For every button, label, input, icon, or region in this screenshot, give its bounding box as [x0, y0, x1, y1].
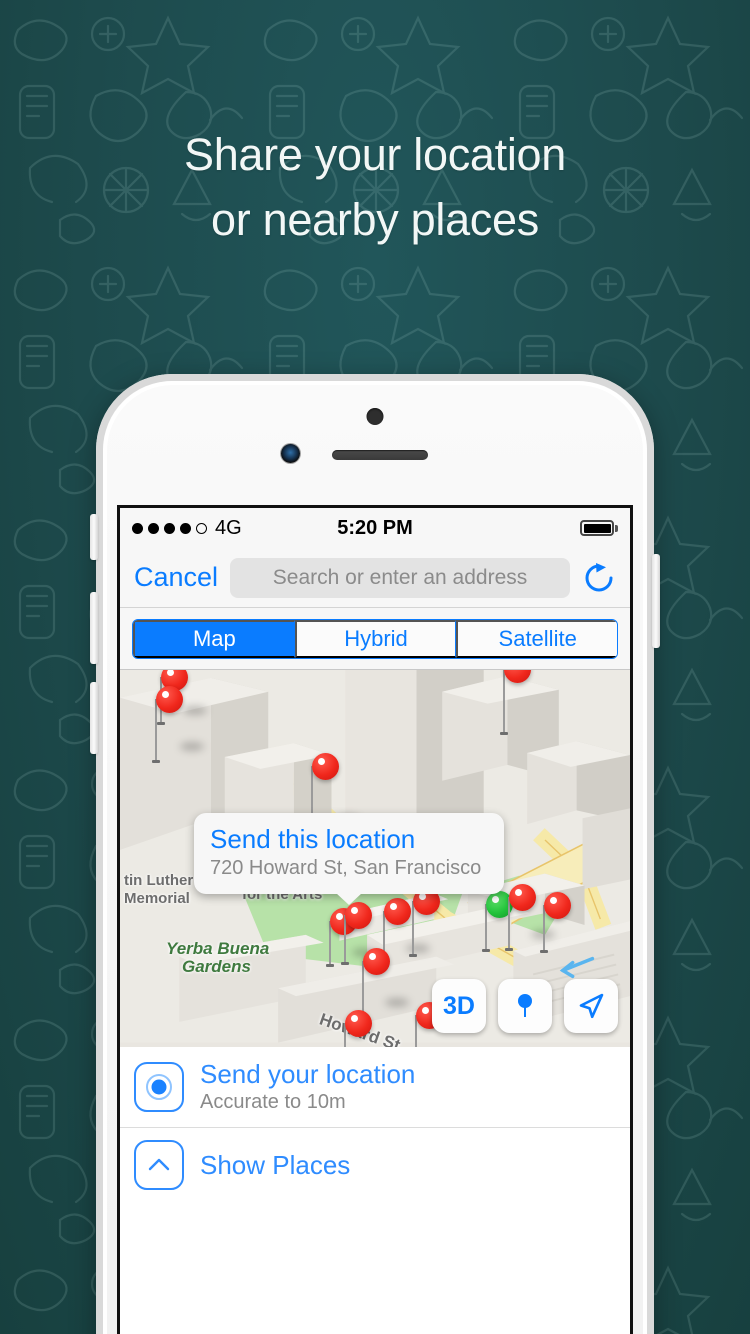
rear-camera-dot: [366, 408, 384, 425]
list-item-subtitle: Accurate to 10m: [200, 1091, 346, 1113]
headline-line-2: or nearby places: [211, 194, 539, 245]
refresh-icon[interactable]: [582, 561, 616, 595]
map-type-segmented-control[interactable]: Map Hybrid Satellite: [132, 618, 618, 659]
status-bar: 4G 5:20 PM: [120, 508, 630, 548]
volume-down-button[interactable]: [90, 682, 98, 754]
search-input[interactable]: [230, 557, 570, 598]
earpiece-speaker: [332, 450, 428, 460]
silent-switch[interactable]: [90, 514, 98, 560]
status-bar-clock: 5:20 PM: [337, 516, 413, 539]
list-item-show-places[interactable]: Show Places: [120, 1128, 630, 1202]
cancel-button[interactable]: Cancel: [134, 562, 218, 593]
segment-hybrid[interactable]: Hybrid: [294, 619, 457, 658]
segment-satellite[interactable]: Satellite: [456, 619, 617, 658]
action-list: Send your location Accurate to 10m Show …: [120, 1047, 630, 1202]
location-callout[interactable]: Send this location 720 Howard St, San Fr…: [194, 813, 504, 894]
map-type-bar: Map Hybrid Satellite: [120, 608, 630, 670]
segment-map[interactable]: Map: [133, 619, 295, 658]
volume-up-button[interactable]: [90, 592, 98, 664]
map-pin-icon[interactable]: [498, 979, 552, 1033]
power-button[interactable]: [652, 554, 660, 648]
list-item-title: Send your location: [200, 1059, 416, 1089]
map-view[interactable]: tin Luther Memorial Yerba Buena Center f…: [120, 670, 630, 1047]
promo-headline: Share your location or nearby places: [0, 122, 750, 252]
phone-screen: 4G 5:20 PM Cancel Map Hybrid Sat: [117, 505, 633, 1334]
front-camera-icon: [281, 444, 300, 463]
list-item-send-your-location[interactable]: Send your location Accurate to 10m: [120, 1047, 630, 1128]
list-item-title: Show Places: [200, 1149, 351, 1180]
callout-title: Send this location: [210, 824, 416, 854]
battery-icon: [580, 520, 618, 536]
search-bar: Cancel: [120, 548, 630, 608]
chevron-up-icon: [134, 1140, 184, 1190]
headline-line-1: Share your location: [183, 129, 567, 180]
current-location-radio-icon: [134, 1062, 184, 1112]
navigation-arrow-icon[interactable]: [564, 979, 618, 1033]
map-controls: 3D: [432, 979, 618, 1033]
callout-subtitle: 720 Howard St, San Francisco: [210, 857, 482, 879]
phone-mockup: 4G 5:20 PM Cancel Map Hybrid Sat: [90, 374, 660, 1334]
three-d-toggle-button[interactable]: 3D: [432, 979, 486, 1033]
